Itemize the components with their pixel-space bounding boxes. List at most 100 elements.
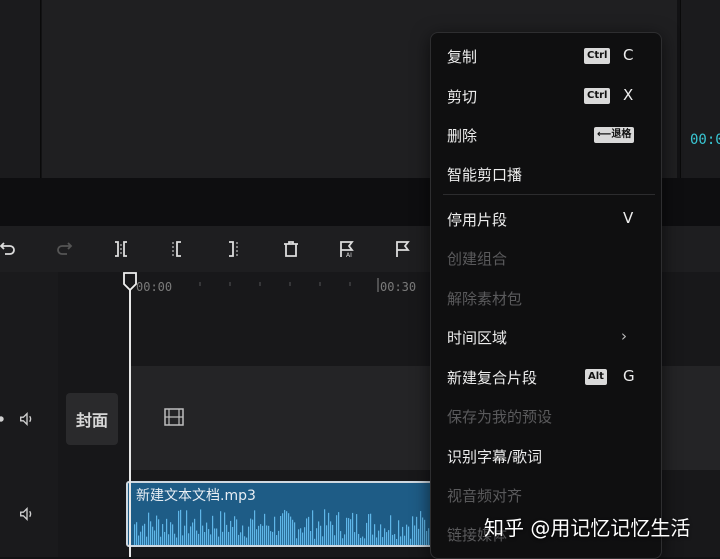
trim-right-icon <box>229 241 238 257</box>
shortcut-key: G <box>623 367 635 385</box>
waveform-bar <box>274 516 276 545</box>
waveform-bar <box>268 525 270 545</box>
playhead-handle[interactable] <box>122 272 138 292</box>
waveform-bar <box>408 526 410 545</box>
waveform-bar <box>202 525 204 545</box>
svg-text:AI: AI <box>346 252 352 259</box>
audio-track-volume-button[interactable] <box>18 505 36 527</box>
menu-item-new-compound-clip[interactable]: 新建复合片段 Alt G <box>431 358 661 394</box>
waveform-bar <box>390 515 392 545</box>
waveform-bar <box>370 513 372 545</box>
waveform-bar <box>162 524 164 545</box>
waveform-bar <box>366 522 368 545</box>
waveform-bar <box>336 515 338 545</box>
waveform-bar <box>232 526 234 545</box>
waveform-bar <box>256 529 258 545</box>
menu-item-cut[interactable]: 剪切 Ctrl X <box>431 77 661 113</box>
waveform-bar <box>380 524 382 545</box>
waveform-bar <box>310 530 312 545</box>
menu-item-copy[interactable]: 复制 Ctrl C <box>431 37 661 73</box>
waveform-bar <box>300 528 302 545</box>
waveform-bar <box>154 530 156 545</box>
split-icon <box>115 241 127 257</box>
track-header-column <box>0 272 59 557</box>
waveform-bar <box>340 531 342 545</box>
waveform-bar <box>180 509 182 545</box>
menu-item-save-preset[interactable]: 保存为我的预设 <box>431 397 661 433</box>
waveform-bar <box>402 526 404 545</box>
delete-button[interactable] <box>278 235 304 263</box>
waveform-bar <box>306 518 308 545</box>
menu-item-smart-cut[interactable]: 智能剪口播 <box>431 155 661 191</box>
ruler-tick-label: 00:00 <box>136 280 173 294</box>
waveform-bar <box>290 516 292 545</box>
modifier-key-badge: Ctrl <box>584 48 611 64</box>
waveform-bar <box>144 523 146 545</box>
waveform-bar <box>170 522 172 545</box>
waveform-bar <box>270 531 272 545</box>
waveform-bar <box>168 534 170 545</box>
waveform-bar <box>278 530 280 545</box>
menu-item-label: 时间区域 <box>447 329 508 347</box>
waveform-bar <box>160 536 162 545</box>
menu-item-unpack-material[interactable]: 解除素材包 <box>431 279 661 315</box>
waveform-bar <box>316 528 318 545</box>
ai-marker-button[interactable]: AI <box>334 235 360 263</box>
menu-item-disable-clip[interactable]: 停用片段 V <box>431 200 661 236</box>
waveform-bar <box>230 520 232 545</box>
waveform-bar <box>152 526 154 545</box>
cover-button[interactable]: 封面 <box>66 393 118 445</box>
waveform-bar <box>192 522 194 545</box>
waveform-bar <box>388 530 390 545</box>
waveform-bar <box>418 528 420 545</box>
flag-icon <box>396 241 410 257</box>
waveform-bar <box>200 509 202 545</box>
playhead-line[interactable] <box>129 285 131 557</box>
waveform-bar <box>354 532 356 545</box>
waveform-bar <box>240 532 242 545</box>
waveform-bar <box>396 538 398 545</box>
waveform-bar <box>356 514 358 545</box>
menu-item-label: 复制 <box>447 48 478 66</box>
menu-item-av-align[interactable]: 视音频对齐 <box>431 476 661 512</box>
context-menu: 复制 Ctrl C 剪切 Ctrl X 删除 ⟵退格 智能剪口播 停用片段 V … <box>430 32 662 559</box>
waveform-bar <box>258 525 260 545</box>
menu-item-time-range[interactable]: 时间区域 › <box>431 318 661 354</box>
waveform-bar <box>224 512 226 545</box>
waveform-bar <box>206 522 208 545</box>
waveform-bar <box>426 530 428 545</box>
undo-button[interactable] <box>0 235 20 263</box>
waveform-bar <box>424 519 426 545</box>
menu-item-delete[interactable]: 删除 ⟵退格 <box>431 116 661 152</box>
waveform-bar <box>406 524 408 545</box>
split-button[interactable] <box>108 235 134 263</box>
audio-clip[interactable]: 新建文本文档.mp3 <box>126 481 436 547</box>
menu-item-label: 智能剪口播 <box>447 166 523 184</box>
waveform-bar <box>262 525 264 545</box>
waveform-bar <box>246 537 248 545</box>
eye-icon <box>0 416 4 422</box>
waveform-bar <box>212 515 214 545</box>
waveform-bar <box>384 528 386 545</box>
film-icon <box>164 408 184 426</box>
redo-button[interactable] <box>52 235 78 263</box>
video-track-volume-button[interactable] <box>18 410 36 432</box>
trash-icon <box>284 241 298 257</box>
menu-item-label: 视音频对齐 <box>447 487 523 505</box>
waveform-bar <box>266 525 268 545</box>
watermark: 知乎 @用记忆记忆生活 <box>484 516 691 540</box>
waveform-bar <box>150 521 152 545</box>
menu-item-create-group[interactable]: 创建组合 <box>431 239 661 275</box>
marker-button[interactable] <box>390 235 416 263</box>
waveform-bar <box>146 536 148 545</box>
waveform-bar <box>194 518 196 545</box>
backspace-key-badge: ⟵退格 <box>594 127 635 143</box>
trim-left-button[interactable] <box>164 235 190 263</box>
preview-timecode: 00:0 <box>690 132 720 148</box>
trim-right-button[interactable] <box>220 235 246 263</box>
waveform-bar <box>284 509 286 545</box>
menu-item-recognize-subtitles[interactable]: 识别字幕/歌词 <box>431 437 661 473</box>
video-track-visibility-button[interactable] <box>0 410 10 432</box>
waveform-bar <box>190 526 192 545</box>
waveform-bar <box>198 533 200 545</box>
